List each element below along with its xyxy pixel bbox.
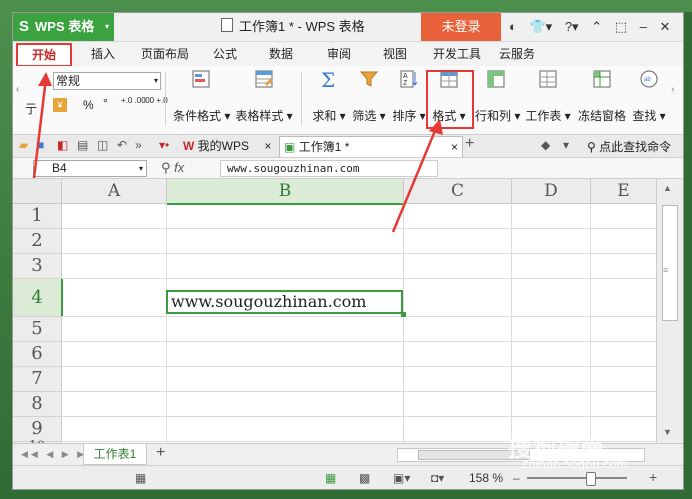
annotation-arrow-home bbox=[32, 77, 48, 179]
annotation-arrows bbox=[32, 72, 443, 233]
annotation-arrow-format bbox=[391, 125, 439, 233]
annotation-arrowhead-format bbox=[429, 119, 443, 135]
annotation-arrowhead-home bbox=[38, 72, 52, 86]
